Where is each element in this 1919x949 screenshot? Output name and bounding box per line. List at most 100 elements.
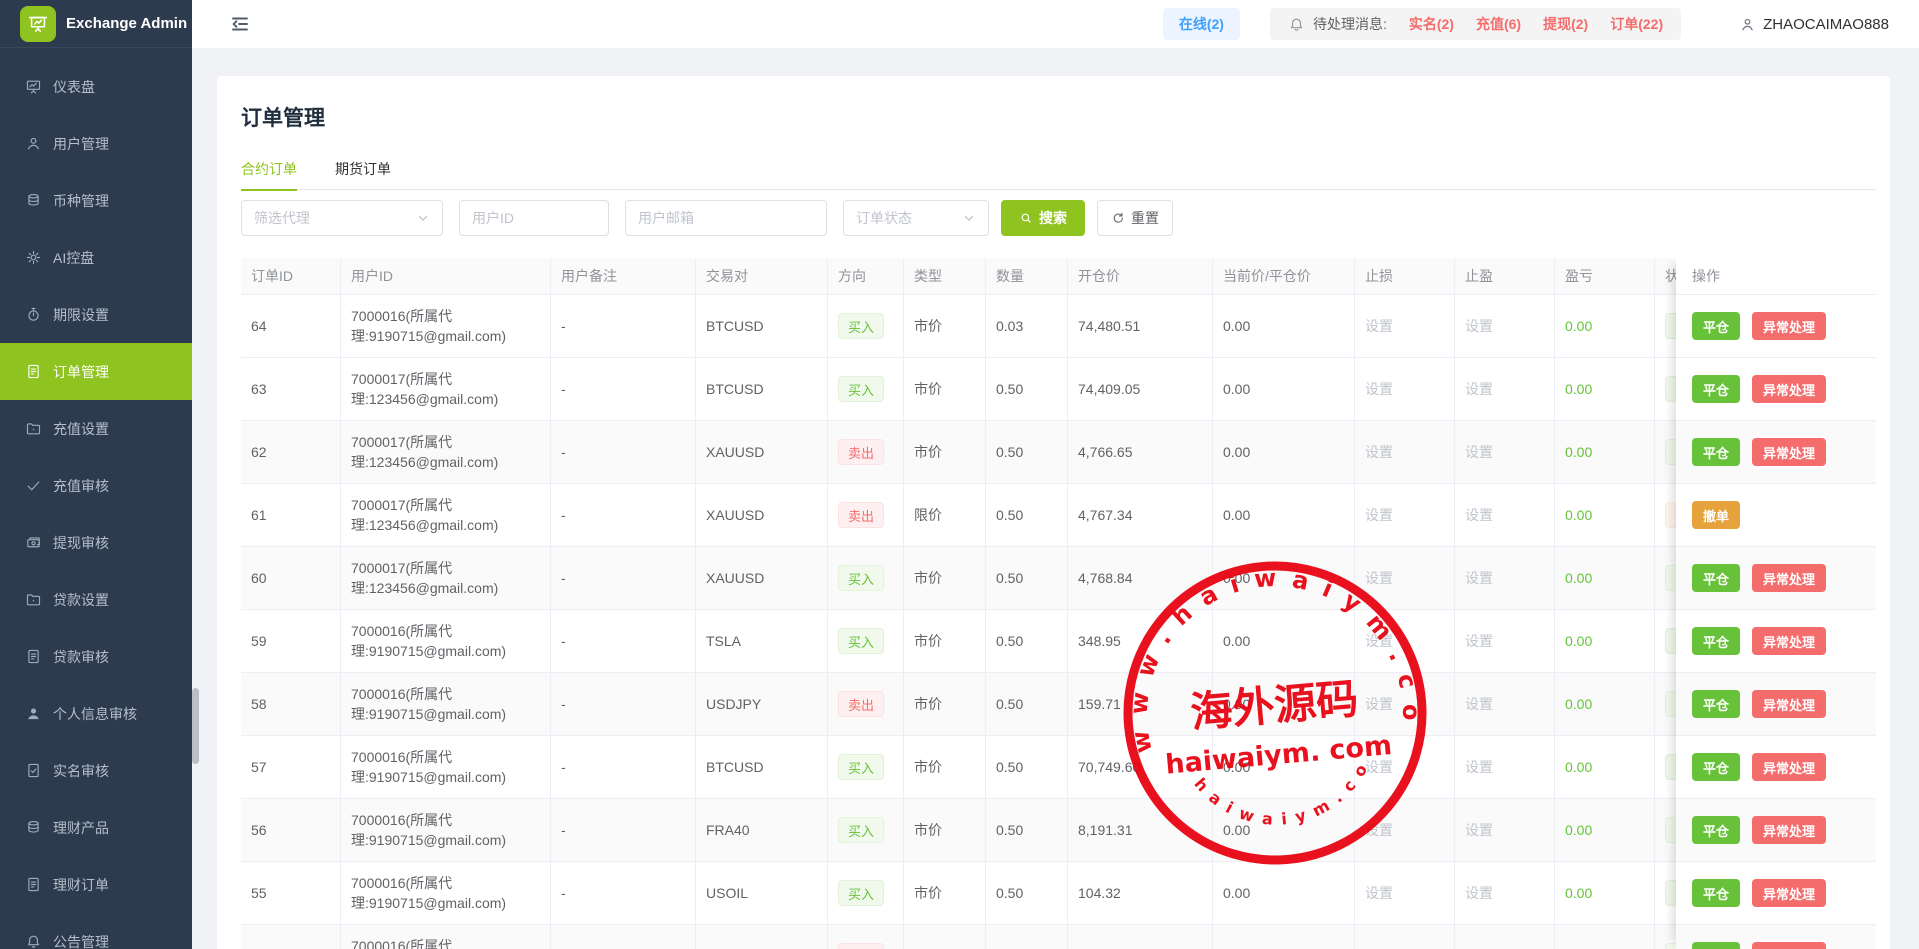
close-position-button[interactable]: 平仓 <box>1692 375 1740 403</box>
money-icon <box>24 534 42 552</box>
direction-cell: 买入 <box>828 295 904 358</box>
search-button[interactable]: 搜索 <box>1001 200 1085 236</box>
remark-cell: - <box>551 484 696 547</box>
sidebar-item-label: 币种管理 <box>53 191 109 211</box>
direction-cell: 买入 <box>828 862 904 925</box>
pnl-cell <box>1555 925 1655 949</box>
set-stop-loss-link[interactable]: 设置 <box>1365 820 1393 840</box>
abnormal-handle-button[interactable]: 异常处理 <box>1752 564 1826 592</box>
abnormal-handle-button[interactable]: 异常处理 <box>1752 816 1826 844</box>
sidebar-item[interactable]: 理财产品 <box>0 799 192 856</box>
agent-filter-select[interactable]: 筛选代理 <box>241 200 443 236</box>
actions-cell: 平仓异常处理 <box>1676 421 1876 484</box>
direction-cell: 买入 <box>828 799 904 862</box>
set-take-profit-link[interactable]: 设置 <box>1465 631 1493 651</box>
set-stop-loss-link[interactable]: 设置 <box>1365 442 1393 462</box>
sidebar-item-label: 贷款审核 <box>53 647 109 667</box>
sidebar-item[interactable]: 贷款审核 <box>0 628 192 685</box>
tab[interactable]: 期货订单 <box>335 152 391 190</box>
pending-message-link[interactable]: 订单(22) <box>1610 14 1663 34</box>
user-id-input[interactable] <box>459 200 609 236</box>
close-position-button[interactable]: 平仓 <box>1692 438 1740 466</box>
tab[interactable]: 合约订单 <box>241 152 297 190</box>
abnormal-handle-button[interactable]: 异常处理 <box>1752 753 1826 781</box>
cancel-order-button[interactable]: 撤单 <box>1692 501 1740 529</box>
open-price-cell: 4,766.65 <box>1068 421 1213 484</box>
close-position-button[interactable]: 平仓 <box>1692 942 1740 949</box>
set-take-profit-link[interactable]: 设置 <box>1465 505 1493 525</box>
take-profit-cell: 设置 <box>1455 673 1555 736</box>
sidebar-item[interactable]: 期限设置 <box>0 286 192 343</box>
set-stop-loss-link[interactable]: 设置 <box>1365 379 1393 399</box>
abnormal-handle-button[interactable]: 异常处理 <box>1752 690 1826 718</box>
refresh-icon <box>1111 211 1125 225</box>
pending-message-link[interactable]: 提现(2) <box>1543 14 1588 34</box>
sidebar-item[interactable]: 订单管理 <box>0 343 192 400</box>
column-header: 数量 <box>986 258 1068 295</box>
online-count-badge[interactable]: 在线(2) <box>1163 8 1240 40</box>
abnormal-handle-button[interactable]: 异常处理 <box>1752 627 1826 655</box>
direction-tag: 卖出 <box>838 439 884 465</box>
sidebar-item-label: 实名审核 <box>53 761 109 781</box>
coins-icon <box>24 192 42 210</box>
order-id-cell: 62 <box>241 421 341 484</box>
user-email-input[interactable] <box>625 200 827 236</box>
close-position-button[interactable]: 平仓 <box>1692 312 1740 340</box>
sidebar-item[interactable]: 贷款设置 <box>0 571 192 628</box>
sidebar-item[interactable]: 实名审核 <box>0 742 192 799</box>
sidebar-scrollbar-thumb[interactable] <box>192 688 199 764</box>
sidebar-item[interactable]: 币种管理 <box>0 172 192 229</box>
close-position-button[interactable]: 平仓 <box>1692 753 1740 781</box>
abnormal-handle-button[interactable]: 异常处理 <box>1752 438 1826 466</box>
open-price-cell: 348.95 <box>1068 610 1213 673</box>
sidebar-item[interactable]: 个人信息审核 <box>0 685 192 742</box>
close-position-button[interactable]: 平仓 <box>1692 627 1740 655</box>
abnormal-handle-button[interactable]: 异常处理 <box>1752 942 1826 949</box>
set-stop-loss-link[interactable]: 设置 <box>1365 505 1393 525</box>
set-stop-loss-link[interactable]: 设置 <box>1365 694 1393 714</box>
sidebar-item[interactable]: 公告管理 <box>0 913 192 949</box>
pending-message-link[interactable]: 充值(6) <box>1476 14 1521 34</box>
abnormal-handle-button[interactable]: 异常处理 <box>1752 312 1826 340</box>
direction-cell: 买入 <box>828 610 904 673</box>
set-take-profit-link[interactable]: 设置 <box>1465 568 1493 588</box>
stopwatch-icon <box>24 306 42 324</box>
set-take-profit-link[interactable]: 设置 <box>1465 820 1493 840</box>
set-stop-loss-link[interactable]: 设置 <box>1365 883 1393 903</box>
set-take-profit-link[interactable]: 设置 <box>1465 316 1493 336</box>
set-stop-loss-link[interactable]: 设置 <box>1365 316 1393 336</box>
pnl-cell: 0.00 <box>1555 421 1655 484</box>
set-take-profit-link[interactable]: 设置 <box>1465 442 1493 462</box>
set-take-profit-link[interactable]: 设置 <box>1465 379 1493 399</box>
sidebar-item[interactable]: AI控盘 <box>0 229 192 286</box>
collapse-sidebar-icon[interactable] <box>229 13 251 35</box>
abnormal-handle-button[interactable]: 异常处理 <box>1752 375 1826 403</box>
sidebar-item[interactable]: 理财订单 <box>0 856 192 913</box>
set-stop-loss-link[interactable]: 设置 <box>1365 757 1393 777</box>
qty-cell: 0.03 <box>986 295 1068 358</box>
set-stop-loss-link[interactable]: 设置 <box>1365 568 1393 588</box>
reset-button[interactable]: 重置 <box>1097 200 1173 236</box>
document-icon <box>24 363 42 381</box>
current-price-cell: 0.00 <box>1213 862 1355 925</box>
sidebar-item[interactable]: 提现审核 <box>0 514 192 571</box>
sidebar-item[interactable]: 用户管理 <box>0 115 192 172</box>
close-position-button[interactable]: 平仓 <box>1692 564 1740 592</box>
close-position-button[interactable]: 平仓 <box>1692 879 1740 907</box>
set-take-profit-link[interactable]: 设置 <box>1465 757 1493 777</box>
abnormal-handle-button[interactable]: 异常处理 <box>1752 879 1826 907</box>
stop-loss-cell <box>1355 925 1455 949</box>
set-take-profit-link[interactable]: 设置 <box>1465 883 1493 903</box>
set-take-profit-link[interactable]: 设置 <box>1465 694 1493 714</box>
user-id-cell: 7000016(所属代理:9190715@gmail.com) <box>341 925 551 949</box>
user-menu[interactable]: ZHAOCAIMAO888 <box>1739 16 1889 33</box>
type-cell: 市价 <box>904 799 986 862</box>
order-status-select[interactable]: 订单状态 <box>843 200 989 236</box>
sidebar-item[interactable]: 仪表盘 <box>0 58 192 115</box>
pending-message-link[interactable]: 实名(2) <box>1409 14 1454 34</box>
sidebar-item[interactable]: 充值设置 <box>0 400 192 457</box>
sidebar-item[interactable]: 充值审核 <box>0 457 192 514</box>
close-position-button[interactable]: 平仓 <box>1692 816 1740 844</box>
close-position-button[interactable]: 平仓 <box>1692 690 1740 718</box>
set-stop-loss-link[interactable]: 设置 <box>1365 631 1393 651</box>
